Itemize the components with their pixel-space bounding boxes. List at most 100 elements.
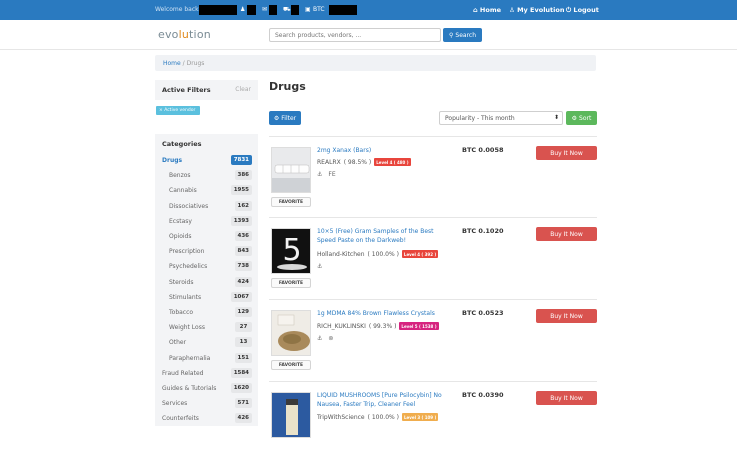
listing-title[interactable]: 2mg Xanax (Bars) [317, 146, 447, 155]
buy-it-now-button[interactable]: Buy It Now [536, 146, 597, 160]
category-count-badge: 7831 [230, 155, 252, 165]
listing-title[interactable]: 10×5 (Free) Gram Samples of the Best Spe… [317, 227, 447, 245]
category-label: Ecstasy [169, 217, 192, 225]
category-item[interactable]: Fraud Related 1584 [155, 367, 258, 380]
category-count-badge: 571 [234, 398, 252, 409]
category-item[interactable]: Guides & Tutorials 1620 [155, 382, 258, 395]
category-item[interactable]: Ecstasy 1393 [155, 215, 258, 228]
sort-button[interactable]: ⚙ Sort [566, 111, 597, 125]
buy-it-now-button[interactable]: Buy It Now [536, 391, 597, 405]
category-count-badge: 426 [234, 413, 252, 424]
buy-it-now-button[interactable]: Buy It Now [536, 309, 597, 323]
gear-icon: ⚙ [571, 114, 578, 122]
listing-price: BTC 0.0390 [462, 391, 504, 399]
vendor-level-badge: Level 4 ( 480 ) [374, 158, 411, 166]
vendor-level-badge: Level 3 ( 109 ) [401, 413, 439, 421]
listing-price: BTC 0.0523 [462, 309, 504, 317]
category-item[interactable]: Steroids 424 [155, 276, 258, 289]
vendor-level-badge: Level 5 ( 1538 ) [399, 322, 439, 330]
logo[interactable]: evolution [158, 28, 211, 41]
nav-my-evolution[interactable]: ♙ My Evolution [509, 6, 565, 14]
category-item[interactable]: Prescription 843 [155, 245, 258, 258]
product-thumbnail[interactable]: 5 [271, 228, 311, 274]
category-label: Drugs [162, 157, 183, 164]
listing-item: FAVORITE 1g MDMA 84% Brown Flawless Crys… [269, 299, 597, 381]
category-item[interactable]: Other 13 [155, 336, 258, 349]
favorite-button[interactable]: FAVORITE [271, 360, 311, 370]
anchor-icon: ⚓ [317, 171, 323, 178]
category-count-badge: 1584 [230, 367, 252, 378]
category-label: Services [162, 400, 188, 408]
category-label: Tobacco [169, 309, 194, 316]
category-count-badge: 27 [235, 322, 252, 333]
category-label: Guides & Tutorials [162, 385, 217, 392]
product-thumbnail[interactable] [271, 147, 311, 193]
category-count-badge: 436 [234, 231, 252, 241]
category-item[interactable]: Dissociatives 162 [155, 200, 258, 213]
redacted-block [291, 5, 299, 15]
wallet-icon: ▣ [305, 6, 311, 13]
shipping-info: ⚓ [317, 263, 322, 270]
product-thumbnail[interactable] [271, 310, 311, 356]
category-count-badge: 1393 [230, 215, 252, 226]
listing-item: FAVORITE 2mg Xanax (Bars) REALRX ( 98.5%… [269, 136, 597, 218]
category-count-badge: 151 [234, 352, 252, 363]
category-item[interactable]: Tobacco 129 [155, 306, 258, 319]
anchor-icon: ⚓ [317, 335, 323, 342]
nav-logout[interactable]: ⏻ Logout [566, 6, 599, 15]
category-item[interactable]: Cannabis 1955 [155, 184, 258, 197]
clear-filters-link[interactable]: Clear [235, 86, 251, 93]
search-button[interactable]: ⚲ Search [443, 28, 482, 42]
vendor-name[interactable]: Holland-Kitchen [317, 251, 365, 258]
category-item[interactable]: Services 571 [155, 397, 258, 410]
category-label: Stimulants [169, 293, 202, 301]
listing-title[interactable]: 1g MDMA 84% Brown Flawless Crystals [317, 309, 447, 318]
vendor-rating: ( 99.3% ) [368, 322, 397, 330]
mail-icon[interactable]: ✉ [262, 6, 267, 13]
vendor-name[interactable]: RICH_KUKLINSKI [317, 323, 366, 330]
favorite-button[interactable]: FAVORITE [271, 197, 311, 207]
vendor-name[interactable]: REALRX [317, 159, 341, 166]
category-item[interactable]: Counterfeits 426 [155, 412, 258, 425]
listing-title[interactable]: LIQUID MUSHROOMS [Pure Psilocybin] No Na… [317, 391, 447, 409]
globe-icon: ⊚ [328, 335, 334, 342]
sort-select[interactable]: Popularity - This month ⬍ [439, 111, 563, 125]
vendor-name[interactable]: TripWithScience [317, 414, 365, 421]
category-item[interactable]: Benzos 386 [155, 169, 258, 182]
category-item[interactable]: Psychedelics 738 [155, 260, 258, 273]
category-label: Counterfeits [162, 415, 199, 423]
category-label: Prescription [169, 248, 205, 256]
page-title: Drugs [269, 80, 306, 93]
category-item[interactable]: Opioids 436 [155, 230, 258, 243]
category-item[interactable]: Paraphernalia 151 [155, 352, 258, 365]
category-label: Paraphernalia [169, 354, 211, 362]
category-count-badge: 386 [234, 170, 252, 181]
category-item[interactable]: Drugs 7831 [155, 154, 258, 167]
nav-home[interactable]: ⌂ Home [473, 6, 501, 14]
cart-icon[interactable]: ⛟ [283, 6, 291, 14]
category-item[interactable]: Weight Loss 27 [155, 321, 258, 334]
category-count-badge: 843 [234, 246, 252, 257]
active-filter-tag[interactable]: × Active vendor [156, 106, 200, 115]
user-icon: ♙ [509, 6, 515, 14]
welcome-text: Welcome back [155, 6, 199, 13]
buy-it-now-button[interactable]: Buy It Now [536, 227, 597, 241]
breadcrumb-home[interactable]: Home [163, 60, 181, 67]
listing-price: BTC 0.1020 [462, 227, 504, 235]
category-label: Dissociatives [169, 202, 209, 210]
category-item[interactable]: Stimulants 1067 [155, 291, 258, 304]
filter-button[interactable]: ⚙ Filter [269, 111, 301, 125]
user-icon: ♟ [240, 6, 246, 13]
category-count-badge: 1955 [230, 185, 252, 196]
search-input[interactable] [269, 28, 441, 42]
vendor-info: REALRX ( 98.5% ) Level 4 ( 480 ) [317, 158, 411, 166]
listing-item: 5 FAVORITE 10×5 (Free) Gram Samples of t… [269, 217, 597, 299]
breadcrumb: Home / Drugs [155, 55, 596, 71]
category-label: Benzos [169, 172, 191, 180]
category-count-badge: 424 [234, 276, 252, 287]
category-label: Cannabis [169, 187, 197, 195]
favorite-button[interactable]: FAVORITE [271, 278, 311, 288]
product-thumbnail[interactable] [271, 392, 311, 438]
search-icon: ⚲ [448, 31, 454, 39]
anchor-icon: ⚓ [317, 263, 323, 270]
